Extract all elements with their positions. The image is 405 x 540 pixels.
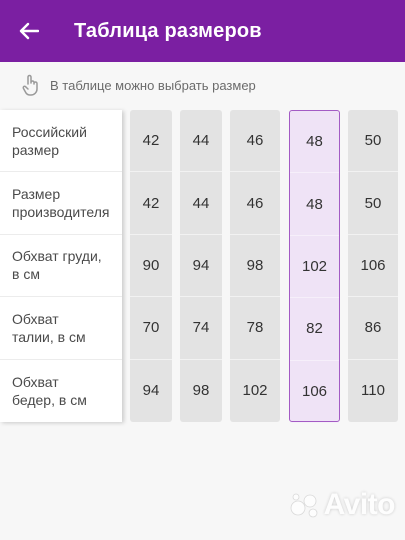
size-cell: 70 [130, 297, 172, 360]
back-button[interactable] [0, 0, 58, 62]
size-cell: 42 [130, 172, 172, 235]
size-cell: 50 [348, 110, 398, 173]
size-cell: 90 [130, 235, 172, 298]
size-cell: 98 [230, 235, 280, 298]
size-cell: 48 [290, 173, 339, 236]
size-column-46[interactable]: 46 46 98 78 102 [230, 110, 280, 422]
size-cell: 74 [180, 297, 222, 360]
size-cell: 46 [230, 172, 280, 235]
size-cell: 106 [290, 361, 339, 423]
size-cell: 106 [348, 235, 398, 298]
size-column-42[interactable]: 42 42 90 70 94 [130, 110, 172, 422]
size-cell: 102 [290, 236, 339, 299]
size-cell: 82 [290, 298, 339, 361]
row-label-hips: Обхват бедер, в см [12, 373, 87, 408]
row-label-russian-size: Российский размер [0, 110, 122, 173]
size-cell: 42 [130, 110, 172, 173]
row-labels-panel: Российский размер Размер производителя О… [0, 110, 122, 422]
row-label-manufacturer-size: Размер производителя [0, 172, 122, 235]
size-cell: 98 [192, 382, 210, 400]
row-label-chest: Обхват груди, в см [0, 235, 122, 298]
size-selection-hint: В таблице можно выбрать размер [0, 62, 405, 108]
size-cell: 86 [348, 297, 398, 360]
size-cell: 48 [290, 111, 339, 174]
size-cell: 44 [180, 172, 222, 235]
size-column-50[interactable]: 50 50 106 86 110 [348, 110, 398, 422]
size-cell: 44 [180, 110, 222, 173]
size-cell: 94 [142, 382, 160, 400]
arrow-left-icon [19, 22, 39, 40]
size-column-48[interactable]: 48 48 102 82 106 [289, 110, 340, 423]
size-cell: 102 [242, 382, 268, 400]
avito-watermark: Avito [290, 488, 396, 522]
hint-text: В таблице можно выбрать размер [50, 77, 256, 93]
watermark-text: Avito [323, 488, 396, 521]
avito-logo-icon [290, 493, 318, 518]
size-cell: 46 [230, 110, 280, 173]
row-label-waist: Обхват талии, в см [0, 297, 122, 360]
size-cell: 50 [348, 172, 398, 235]
size-cell: 78 [230, 297, 280, 360]
size-cell: 94 [180, 235, 222, 298]
size-column-44[interactable]: 44 44 94 74 98 [180, 110, 222, 422]
app-bar: Таблица размеров [0, 0, 405, 62]
page-title: Таблица размеров [74, 19, 262, 42]
size-cell: 110 [361, 382, 385, 400]
tap-hand-icon [22, 74, 38, 96]
